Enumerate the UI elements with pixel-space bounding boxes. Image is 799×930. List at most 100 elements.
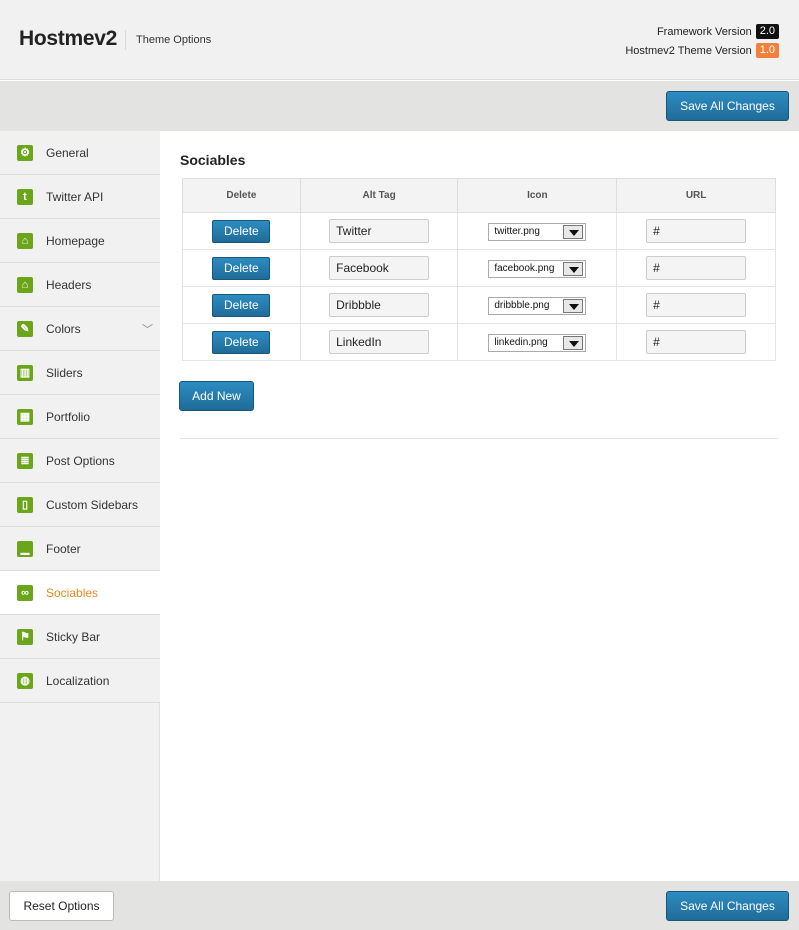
- reset-options-button[interactable]: Reset Options: [9, 891, 114, 921]
- delete-button[interactable]: Delete: [212, 256, 271, 280]
- delete-cell: Delete: [182, 212, 301, 250]
- sidebar-item-sociables[interactable]: ∞ Sociables: [0, 571, 161, 615]
- sidebar-item-label: Homepage: [46, 234, 105, 248]
- framework-version: Framework Version 2.0: [657, 24, 779, 39]
- select-arrow-icon[interactable]: [563, 299, 584, 313]
- twitter-icon: t: [17, 189, 33, 205]
- alt-tag-input[interactable]: Dribbble: [329, 293, 430, 317]
- table-row: Delete Dribbble dribbble.png #: [182, 286, 776, 324]
- document-icon: ≣: [17, 453, 33, 469]
- column-header-delete: Delete: [182, 178, 301, 213]
- delete-button[interactable]: Delete: [212, 330, 271, 354]
- url-cell: #: [616, 212, 776, 250]
- url-input[interactable]: #: [646, 219, 747, 243]
- table-row: Delete Twitter twitter.png #: [182, 212, 776, 250]
- framework-version-label: Framework Version: [656, 25, 752, 38]
- alt-tag-cell: LinkedIn: [299, 323, 459, 361]
- theme-version-badge: 1.0: [755, 43, 779, 58]
- url-input[interactable]: #: [646, 293, 747, 317]
- sidebar-item-sticky-bar[interactable]: ⚑ Sticky Bar: [0, 615, 160, 659]
- section-divider: [180, 438, 778, 439]
- brush-icon: ✎: [17, 321, 33, 337]
- brand-divider: [125, 30, 126, 50]
- theme-version: Hostmev2 Theme Version 1.0: [625, 43, 779, 58]
- icon-cell: dribbble.png: [457, 286, 618, 324]
- sidebar-item-sliders[interactable]: ▥ Sliders: [0, 351, 160, 395]
- alt-tag-input[interactable]: Facebook: [329, 256, 430, 280]
- icon-cell: linkedin.png: [457, 323, 618, 361]
- delete-cell: Delete: [182, 323, 301, 361]
- sidebar-item-headers[interactable]: ⌂ Headers: [0, 263, 160, 307]
- delete-button[interactable]: Delete: [212, 219, 271, 243]
- sidebar-item-label: Footer: [46, 542, 81, 556]
- delete-cell: Delete: [182, 286, 301, 324]
- select-arrow-icon[interactable]: [563, 225, 584, 239]
- sidebar-item-footer[interactable]: ▁ Footer: [0, 527, 160, 571]
- icon-select-value: facebook.png: [494, 263, 555, 274]
- sidebar-item-portfolio[interactable]: ▦ Portfolio: [0, 395, 160, 439]
- icon-select[interactable]: facebook.png: [488, 260, 587, 278]
- icon-select[interactable]: dribbble.png: [488, 297, 587, 315]
- sidebar-item-localization[interactable]: ◍ Localization: [0, 659, 160, 703]
- icon-select-value: dribbble.png: [494, 300, 550, 311]
- icon-select[interactable]: twitter.png: [488, 223, 587, 241]
- url-input[interactable]: #: [646, 256, 747, 280]
- main-panel: Sociables Delete Alt Tag Icon URL Delete…: [160, 131, 799, 881]
- table-header-row: Delete Alt Tag Icon URL: [182, 178, 776, 213]
- sidebar-item-custom-sidebars[interactable]: ▯ Custom Sidebars: [0, 483, 160, 527]
- url-cell: #: [616, 286, 776, 324]
- sidebar-item-general[interactable]: ⚙ General: [0, 131, 160, 175]
- column-header-alt-tag: Alt Tag: [299, 178, 459, 213]
- sidebar: ⚙ General t Twitter API ⌂ Homepage ⌂ Hea…: [0, 131, 161, 881]
- framework-version-badge: 2.0: [755, 24, 779, 39]
- delete-button[interactable]: Delete: [212, 293, 271, 317]
- alt-tag-cell: Twitter: [299, 212, 459, 250]
- table-row: Delete LinkedIn linkedin.png #: [182, 323, 776, 361]
- sidebar-item-label: General: [46, 146, 89, 160]
- alt-tag-cell: Dribbble: [299, 286, 459, 324]
- sidebar-item-homepage[interactable]: ⌂ Homepage: [0, 219, 160, 263]
- link-icon: ∞: [17, 585, 33, 601]
- icon-select-value: linkedin.png: [494, 337, 548, 348]
- alt-tag-input[interactable]: Twitter: [329, 219, 430, 243]
- sidebar-item-label: Portfolio: [46, 410, 91, 424]
- brand-title: Hostmev2: [19, 27, 117, 50]
- sidebar-item-twitter-api[interactable]: t Twitter API: [0, 175, 160, 219]
- table-row: Delete Facebook facebook.png #: [182, 249, 776, 287]
- sociables-table: Delete Alt Tag Icon URL Delete Twitter t…: [182, 178, 776, 361]
- url-cell: #: [616, 249, 776, 287]
- delete-cell: Delete: [182, 249, 301, 287]
- column-header-url: URL: [616, 178, 776, 213]
- icon-cell: twitter.png: [457, 212, 618, 250]
- home-icon: ⌂: [17, 277, 33, 293]
- sidebar-item-label: Custom Sidebars: [46, 498, 139, 512]
- slider-icon: ▥: [17, 365, 33, 381]
- alt-tag-input[interactable]: LinkedIn: [329, 330, 430, 354]
- save-all-changes-button-bottom[interactable]: Save All Changes: [666, 891, 789, 921]
- sidebar-item-label: Colors: [46, 322, 81, 336]
- globe-icon: ◍: [17, 673, 33, 689]
- home-icon: ⌂: [17, 233, 33, 249]
- chevron-down-icon[interactable]: ﹀: [142, 321, 153, 337]
- footer-icon: ▁: [17, 541, 33, 557]
- sidebar-item-post-options[interactable]: ≣ Post Options: [0, 439, 160, 483]
- icon-select[interactable]: linkedin.png: [488, 334, 587, 352]
- url-cell: #: [616, 323, 776, 361]
- gear-icon: ⚙: [17, 145, 33, 161]
- sidebar-item-label: Sociables: [46, 586, 99, 600]
- select-arrow-icon[interactable]: [563, 336, 584, 350]
- header: Hostmev2 Theme Options Framework Version…: [0, 0, 799, 80]
- select-arrow-icon[interactable]: [563, 262, 584, 276]
- sidebar-item-label: Post Options: [46, 454, 115, 468]
- url-input[interactable]: #: [646, 330, 747, 354]
- icon-cell: facebook.png: [457, 249, 618, 287]
- column-header-icon: Icon: [457, 178, 618, 213]
- icon-select-value: twitter.png: [494, 226, 540, 237]
- add-new-button[interactable]: Add New: [179, 381, 254, 411]
- sidebar-item-label: Headers: [46, 278, 92, 292]
- save-all-changes-button-top[interactable]: Save All Changes: [666, 91, 789, 121]
- section-title: Sociables: [180, 152, 246, 168]
- page-subtitle: Theme Options: [136, 34, 212, 46]
- sidebar-item-colors[interactable]: ✎ Colors ﹀: [0, 307, 160, 351]
- grid-icon: ▦: [17, 409, 33, 425]
